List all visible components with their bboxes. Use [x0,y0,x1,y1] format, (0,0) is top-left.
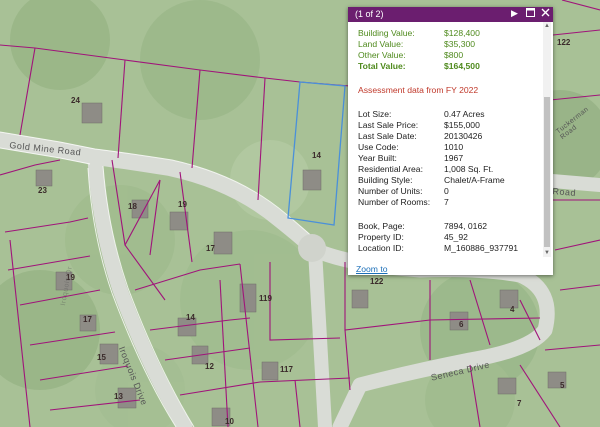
value-amount: $800 [444,50,464,60]
parcel-number: 4 [510,305,515,314]
value-label: Other Value: [358,50,406,60]
scroll-down-arrow-icon[interactable]: ▼ [543,249,551,257]
parcel-number: 14 [186,313,195,322]
detail-label: Year Built: [358,153,397,163]
close-icon[interactable] [540,8,551,19]
id-label: Location ID: [358,243,404,253]
parcel-number: 7 [517,399,522,408]
popup-header: (1 of 2) ▶ [348,7,553,22]
scroll-up-arrow-icon[interactable]: ▲ [543,22,551,30]
detail-value: 0 [444,186,449,196]
parcel-number: 12 [205,362,214,371]
detail-value: 7 [444,197,449,207]
parcel-number: 117 [280,365,293,374]
feature-counter: (1 of 2) [355,9,384,19]
maximize-icon[interactable] [525,8,536,19]
parcel-number: 19 [178,200,187,209]
parcel-number: 14 [312,151,321,160]
detail-label: Last Sale Date: [358,131,417,141]
detail-label: Residential Area: [358,164,423,174]
parcel-number: 17 [83,315,92,324]
detail-label: Lot Size: [358,109,392,119]
parcel-number: 24 [71,96,80,105]
detail-label: Use Code: [358,142,399,152]
value-label: Land Value: [358,39,404,49]
assessment-note: Assessment data from FY 2022 [358,85,479,95]
value-amount: $164,500 [444,61,480,71]
parcel-number: 18 [128,202,137,211]
detail-value: 0.47 Acres [444,109,485,119]
detail-value: 1,008 Sq. Ft. [444,164,494,174]
parcel-number: 122 [557,38,571,47]
id-value: 45_92 [444,232,468,242]
value-amount: $128,400 [444,28,480,38]
detail-label: Number of Rooms: [358,197,431,207]
id-value: M_160886_937791 [444,243,519,253]
detail-label: Building Style: [358,175,413,185]
detail-value: Chalet/A-Frame [444,175,505,185]
parcel-number: 5 [560,381,565,390]
play-icon[interactable]: ▶ [509,8,520,19]
parcel-number: 23 [38,186,47,195]
value-label: Total Value: [358,61,406,71]
parcel-number: 17 [206,244,215,253]
parcel-number: 119 [259,294,272,303]
road-label-road: Road [552,186,577,199]
parcel-number: 122 [370,277,384,286]
cul-de-sac [298,234,326,262]
detail-value: 20130426 [444,131,483,141]
parcel-number: 15 [97,353,106,362]
id-label: Book, Page: [358,221,405,231]
detail-value: 1010 [444,142,464,152]
id-label: Property ID: [358,232,404,242]
parcel-number: 6 [459,320,464,329]
parcel-info-popup: (1 of 2) ▶ Building Value: $128,400 Land … [348,7,553,275]
detail-label: Number of Units: [358,186,423,196]
detail-label: Last Sale Price: [358,120,419,130]
parcel-number: 10 [225,417,234,426]
detail-value: $155,000 [444,120,480,130]
id-value: 7894, 0162 [444,221,488,231]
value-amount: $35,300 [444,39,476,49]
value-label: Building Value: [358,28,415,38]
zoom-to-link[interactable]: Zoom to [356,264,388,274]
popup-scrollbar[interactable]: ▲ ▼ [543,22,551,257]
detail-value: 1967 [444,153,464,163]
scroll-thumb[interactable] [544,97,550,247]
parcel-number: 13 [114,392,123,401]
popup-body[interactable]: Building Value: $128,400 Land Value: $35,3… [348,22,553,257]
